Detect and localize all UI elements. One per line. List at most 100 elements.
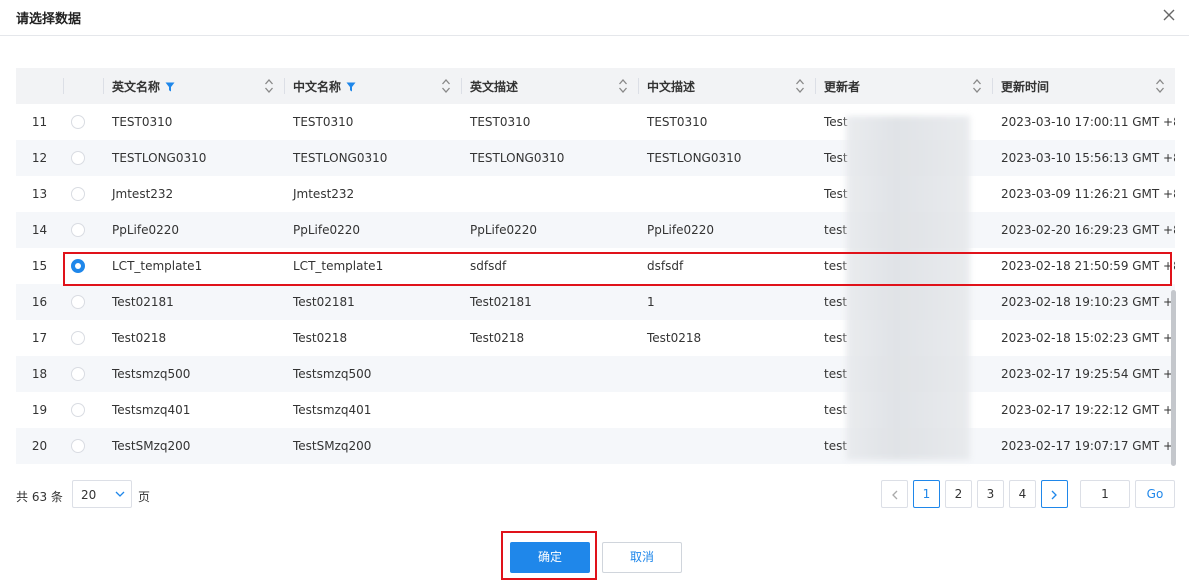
dialog-header: 请选择数据: [0, 0, 1189, 36]
table-row[interactable]: 18 Testsmzq500 Testsmzq500 test 2023-02-17 1…: [16, 356, 1175, 392]
row-select[interactable]: [63, 248, 103, 284]
redacted-area: [846, 116, 970, 460]
cell-en-name: Testsmzq401: [112, 403, 191, 417]
cell-updated-at: 2023-02-17 19:07:17 GMT +8: [1001, 439, 1175, 453]
sort-icon[interactable]: [441, 77, 451, 98]
cell-en-name: TestSMzq200: [112, 439, 191, 453]
table-row[interactable]: 16 Test02181 Test02181 Test02181 1 test 2023-0…: [16, 284, 1175, 320]
cell-en-name: Testsmzq500: [112, 367, 191, 381]
row-radio[interactable]: [71, 295, 85, 310]
row-radio[interactable]: [71, 151, 85, 166]
cell-en-desc: [461, 392, 638, 428]
table-row[interactable]: 13 Jmtest232 Jmtest232 Test 2023-03-09 11:26…: [16, 176, 1175, 212]
cell-en-desc: [461, 356, 638, 392]
cell-cn-desc: Test0218: [647, 331, 702, 345]
cell-cn-name: PpLife0220: [293, 223, 361, 237]
header-select: [63, 68, 103, 104]
row-select[interactable]: [63, 140, 103, 176]
table-scrollbar[interactable]: [1171, 290, 1176, 466]
row-select[interactable]: [63, 212, 103, 248]
close-icon: [1163, 9, 1175, 21]
cell-updated-at: 2023-02-18 21:50:59 GMT +8: [1001, 259, 1175, 273]
cell-updated-at: 2023-02-20 16:29:23 GMT +8: [1001, 223, 1175, 237]
row-radio[interactable]: [71, 223, 85, 238]
cell-en-desc: [461, 176, 638, 212]
page-button-2[interactable]: 2: [945, 480, 972, 508]
header-en-desc[interactable]: 英文描述: [461, 68, 638, 104]
cell-cn-name: TEST0310: [293, 115, 354, 129]
row-index: 14: [31, 223, 48, 237]
cell-en-desc: Test02181: [470, 295, 532, 309]
row-select[interactable]: [63, 356, 103, 392]
prev-page-button[interactable]: [881, 480, 908, 508]
row-select[interactable]: [63, 320, 103, 356]
row-radio[interactable]: [71, 439, 85, 454]
row-select[interactable]: [63, 392, 103, 428]
filter-icon[interactable]: [346, 81, 356, 95]
page-jump-input[interactable]: 1: [1080, 480, 1130, 508]
data-table: 英文名称 中文名称 英文描述 中文描述 更新者 更新时间 11 TEST0310 T…: [16, 68, 1175, 467]
row-radio[interactable]: [71, 115, 85, 130]
sort-icon[interactable]: [264, 77, 274, 98]
cell-en-name: Jmtest232: [112, 187, 174, 201]
cell-en-desc: TEST0310: [470, 115, 531, 129]
go-button[interactable]: Go: [1135, 480, 1175, 508]
row-radio[interactable]: [71, 367, 85, 382]
table-row[interactable]: 20 TestSMzq200 TestSMzq200 test 2023-02-17 1…: [16, 428, 1175, 464]
row-select[interactable]: [63, 104, 103, 140]
page-button-1[interactable]: 1: [913, 480, 940, 508]
confirm-button[interactable]: 确定: [510, 542, 590, 573]
row-radio[interactable]: [71, 259, 85, 274]
close-button[interactable]: [1159, 5, 1179, 25]
sort-icon[interactable]: [795, 77, 805, 98]
cell-en-name: Test0218: [112, 331, 167, 345]
row-radio[interactable]: [71, 331, 85, 346]
row-radio[interactable]: [71, 187, 85, 202]
table-row[interactable]: 19 Testsmzq401 Testsmzq401 test 2023-02-17 1…: [16, 392, 1175, 428]
header-en-name[interactable]: 英文名称: [103, 68, 284, 104]
header-updated-at[interactable]: 更新时间: [992, 68, 1175, 104]
row-index: 12: [31, 151, 48, 165]
next-page-button[interactable]: [1041, 480, 1068, 508]
row-index: 19: [31, 403, 48, 417]
sort-icon[interactable]: [618, 77, 628, 98]
pagination-bar: 共 63 条 20 页 1 2 3 4 1 Go: [0, 480, 1189, 510]
chevron-down-icon: [115, 491, 125, 497]
header-cn-name[interactable]: 中文名称: [284, 68, 461, 104]
cell-cn-name: TestSMzq200: [293, 439, 372, 453]
header-updater[interactable]: 更新者: [815, 68, 992, 104]
page-button-3[interactable]: 3: [977, 480, 1004, 508]
header-cn-desc[interactable]: 中文描述: [638, 68, 815, 104]
cell-en-desc: sdfsdf: [470, 259, 507, 273]
row-select[interactable]: [63, 428, 103, 464]
cell-updated-at: 2023-02-17 19:22:12 GMT +8: [1001, 403, 1175, 417]
page-button-4[interactable]: 4: [1009, 480, 1036, 508]
cell-en-desc: [461, 428, 638, 464]
cell-cn-name: Test0218: [293, 331, 348, 345]
cell-cn-name: Testsmzq401: [293, 403, 372, 417]
page-unit-label: 页: [138, 490, 151, 504]
sort-icon[interactable]: [972, 77, 982, 98]
cell-en-desc: Test0218: [470, 331, 525, 345]
cell-cn-name: Jmtest232: [293, 187, 355, 201]
table-row[interactable]: 15 LCT_template1 LCT_template1 sdfsdf dsfsdf…: [16, 248, 1175, 284]
cell-cn-desc: [638, 356, 815, 392]
row-index: 20: [31, 439, 48, 453]
cell-cn-desc: [638, 176, 815, 212]
row-select[interactable]: [63, 284, 103, 320]
table-row[interactable]: 11 TEST0310 TEST0310 TEST0310 TEST0310 Test 20…: [16, 104, 1175, 140]
page-size-select[interactable]: 20: [72, 480, 132, 508]
cell-cn-name: LCT_template1: [293, 259, 384, 273]
cell-en-desc: TESTLONG0310: [470, 151, 565, 165]
cell-en-name: TESTLONG0310: [112, 151, 207, 165]
row-index: 15: [31, 259, 48, 273]
row-radio[interactable]: [71, 403, 85, 418]
table-header-row: 英文名称 中文名称 英文描述 中文描述 更新者 更新时间: [16, 68, 1175, 104]
row-select[interactable]: [63, 176, 103, 212]
filter-icon[interactable]: [165, 81, 175, 95]
table-row[interactable]: 17 Test0218 Test0218 Test0218 Test0218 test 20…: [16, 320, 1175, 356]
cancel-button[interactable]: 取消: [602, 542, 682, 573]
sort-icon[interactable]: [1155, 77, 1165, 98]
table-row[interactable]: 14 PpLife0220 PpLife0220 PpLife0220 PpLife02…: [16, 212, 1175, 248]
table-row[interactable]: 12 TESTLONG0310 TESTLONG0310 TESTLONG0310 TE…: [16, 140, 1175, 176]
